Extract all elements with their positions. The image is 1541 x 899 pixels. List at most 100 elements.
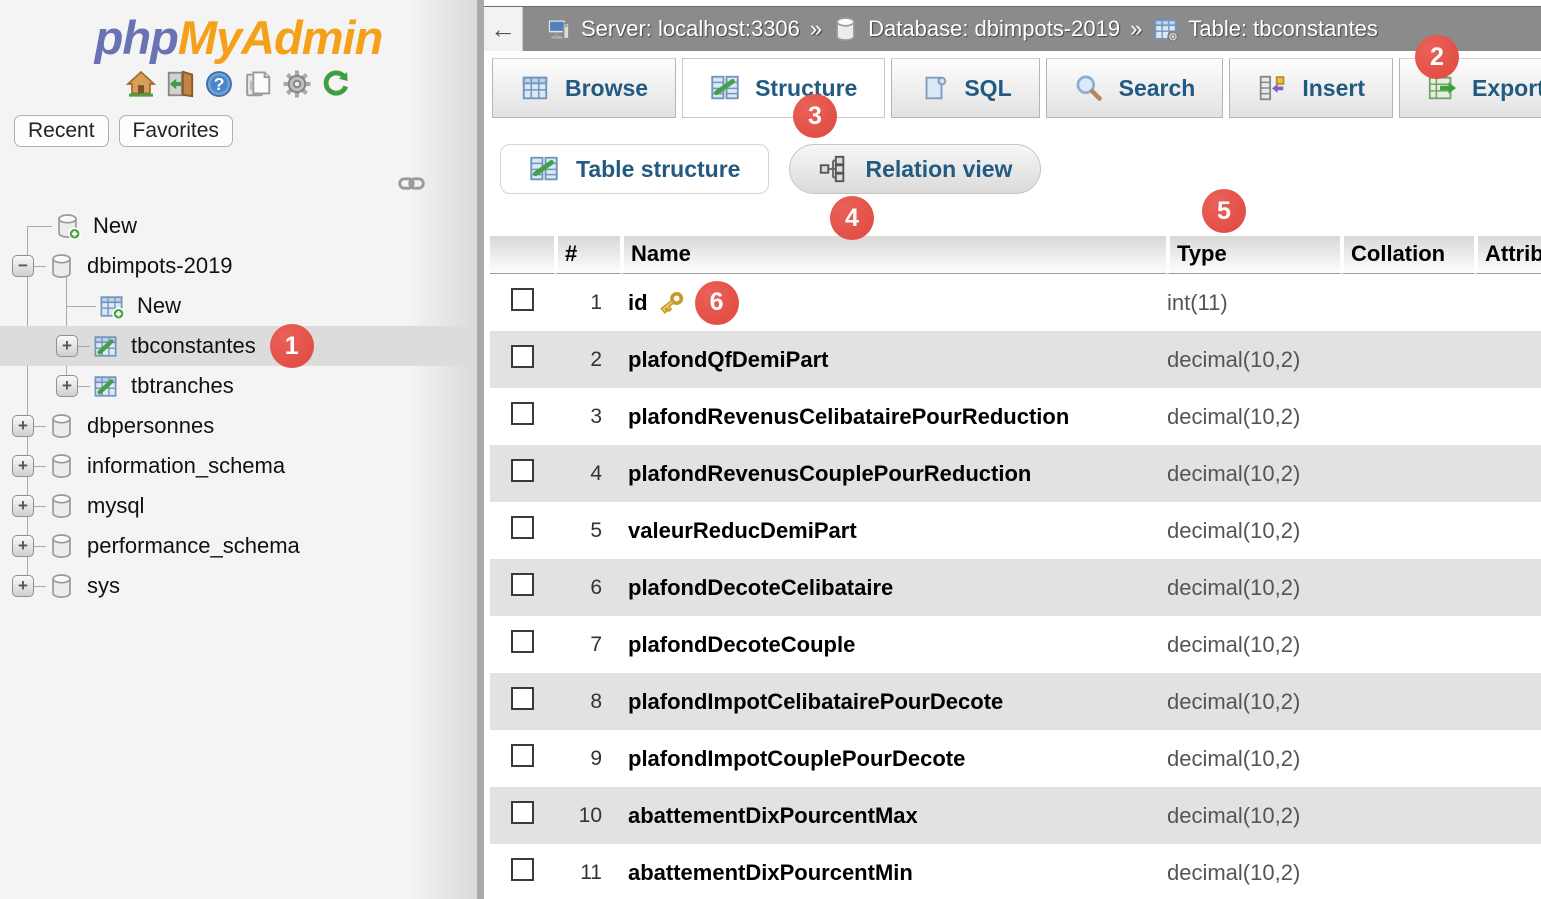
row-number: 11 [554, 844, 620, 899]
row-checkbox[interactable] [511, 801, 534, 824]
search-icon [1074, 73, 1104, 103]
column-type: decimal(10,2) [1166, 673, 1340, 730]
logo-php-part: php [95, 11, 178, 64]
table-row: 1id6int(11) [490, 274, 1541, 331]
docs-icon[interactable] [243, 69, 273, 99]
row-number: 6 [554, 559, 620, 616]
tree-item-dbimpots-2019[interactable]: −dbimpots-2019 [0, 246, 470, 286]
column-collation [1340, 787, 1474, 844]
column-type: decimal(10,2) [1166, 445, 1340, 502]
row-checkbox[interactable] [511, 288, 534, 311]
column-name[interactable]: id [628, 290, 648, 316]
database-icon [48, 253, 75, 280]
column-name[interactable]: abattementDixPourcentMax [628, 803, 918, 829]
refresh-icon[interactable] [321, 69, 351, 99]
row-checkbox[interactable] [511, 573, 534, 596]
column-attributes [1474, 559, 1541, 616]
column-name[interactable]: plafondRevenusCouplePourReduction [628, 461, 1031, 487]
column-collation [1340, 616, 1474, 673]
column-attributes [1474, 844, 1541, 899]
expander-plus-icon[interactable]: + [12, 535, 34, 557]
link-icon[interactable] [398, 170, 425, 197]
column-name[interactable]: valeurReducDemiPart [628, 518, 857, 544]
column-attributes [1474, 388, 1541, 445]
row-checkbox[interactable] [511, 345, 534, 368]
expander-plus-icon[interactable]: + [12, 455, 34, 477]
tab-search[interactable]: Search [1046, 58, 1224, 118]
tab-label: Insert [1302, 75, 1365, 102]
home-icon[interactable] [126, 69, 156, 99]
logo-myadmin-part: MyAdmin [178, 11, 383, 64]
panel-divider[interactable] [477, 0, 484, 899]
back-arrow-button[interactable]: ← [484, 7, 523, 51]
expander-plus-icon[interactable]: + [56, 335, 78, 357]
browse-icon [520, 73, 550, 103]
help-icon[interactable] [204, 69, 234, 99]
column-name[interactable]: plafondImpotCouplePourDecote [628, 746, 965, 772]
tree-item-performance-schema[interactable]: +performance_schema [0, 526, 470, 566]
table-new-icon [98, 293, 125, 320]
tree-item-sys[interactable]: +sys [0, 566, 470, 606]
phpmyadmin-logo[interactable]: phpMyAdmin [0, 10, 477, 65]
sidebar-toolbar [0, 69, 477, 99]
tree-item-dbpersonnes[interactable]: +dbpersonnes [0, 406, 470, 446]
insert-icon [1257, 73, 1287, 103]
table-body: 1id6int(11)2 plafondQfDemiPart decimal(10,… [490, 274, 1541, 899]
column-name-cell: id6 [628, 281, 1165, 325]
expander-plus-icon[interactable]: + [12, 575, 34, 597]
table-row: 3plafondRevenusCelibatairePourReductiond… [490, 388, 1541, 445]
tree-item-new[interactable]: New [0, 286, 470, 326]
row-checkbox[interactable] [511, 459, 534, 482]
row-checkbox[interactable] [511, 858, 534, 881]
tab-browse[interactable]: Browse [492, 58, 676, 118]
breadcrumb-text: Server: localhost:3306 [581, 16, 800, 42]
row-checkbox[interactable] [511, 516, 534, 539]
expander-plus-icon[interactable]: + [56, 375, 78, 397]
tree-item-label: New [93, 213, 137, 239]
sidebar-button-recent[interactable]: Recent [14, 115, 109, 147]
expander-minus-icon[interactable]: − [12, 255, 34, 277]
column-name[interactable]: plafondDecoteCouple [628, 632, 855, 658]
row-checkbox[interactable] [511, 744, 534, 767]
tab-sql[interactable]: SQL [891, 58, 1039, 118]
column-type: decimal(10,2) [1166, 331, 1340, 388]
table-row: 7plafondDecoteCoupledecimal(10,2) [490, 616, 1541, 673]
column-name-cell: plafondImpotCouplePourDecote [628, 746, 1165, 772]
column-name[interactable]: plafondImpotCelibatairePourDecote [628, 689, 1003, 715]
row-number: 5 [554, 502, 620, 559]
table-row: 2 plafondQfDemiPart decimal(10,2) [490, 331, 1541, 388]
row-number: 8 [554, 673, 620, 730]
column-name[interactable]: plafondDecoteCelibataire [628, 575, 893, 601]
subtab-relation-view[interactable]: Relation view [789, 144, 1041, 194]
database-icon [832, 16, 859, 43]
column-name[interactable]: plafondRevenusCelibatairePourReduction [628, 404, 1069, 430]
breadcrumb-item-2[interactable]: Table: tbconstantes [1152, 16, 1378, 43]
tree-item-tbconstantes[interactable]: +tbconstantes1 [0, 326, 470, 366]
breadcrumb-item-0[interactable]: Server: localhost:3306 [545, 16, 800, 43]
expander-plus-icon[interactable]: + [12, 495, 34, 517]
tree-item-information-schema[interactable]: +information_schema [0, 446, 470, 486]
tab-structure[interactable]: Structure [682, 58, 885, 118]
subtab-table-structure[interactable]: Table structure [500, 144, 769, 194]
column-name[interactable]: abattementDixPourcentMin [628, 860, 913, 886]
row-checkbox[interactable] [511, 402, 534, 425]
tree-item-tbtranches[interactable]: +tbtranches [0, 366, 470, 406]
row-checkbox[interactable] [511, 687, 534, 710]
database-icon [48, 413, 75, 440]
gear-icon[interactable] [282, 69, 312, 99]
tree-connector [34, 266, 46, 267]
tab-insert[interactable]: Insert [1229, 58, 1393, 118]
table-check-icon [92, 333, 119, 360]
column-name[interactable]: plafondQfDemiPart [628, 347, 828, 373]
tree-item-mysql[interactable]: +mysql [0, 486, 470, 526]
sidebar-button-favorites[interactable]: Favorites [119, 115, 233, 147]
breadcrumb-item-1[interactable]: Database: dbimpots-2019 [832, 16, 1120, 43]
expander-plus-icon[interactable]: + [12, 415, 34, 437]
row-checkbox[interactable] [511, 630, 534, 653]
row-number: 4 [554, 445, 620, 502]
tree-item-new[interactable]: New [0, 206, 470, 246]
exit-icon[interactable] [165, 69, 195, 99]
table-row: 6plafondDecoteCelibatairedecimal(10,2) [490, 559, 1541, 616]
row-number: 2 [554, 331, 620, 388]
column-attributes [1474, 787, 1541, 844]
